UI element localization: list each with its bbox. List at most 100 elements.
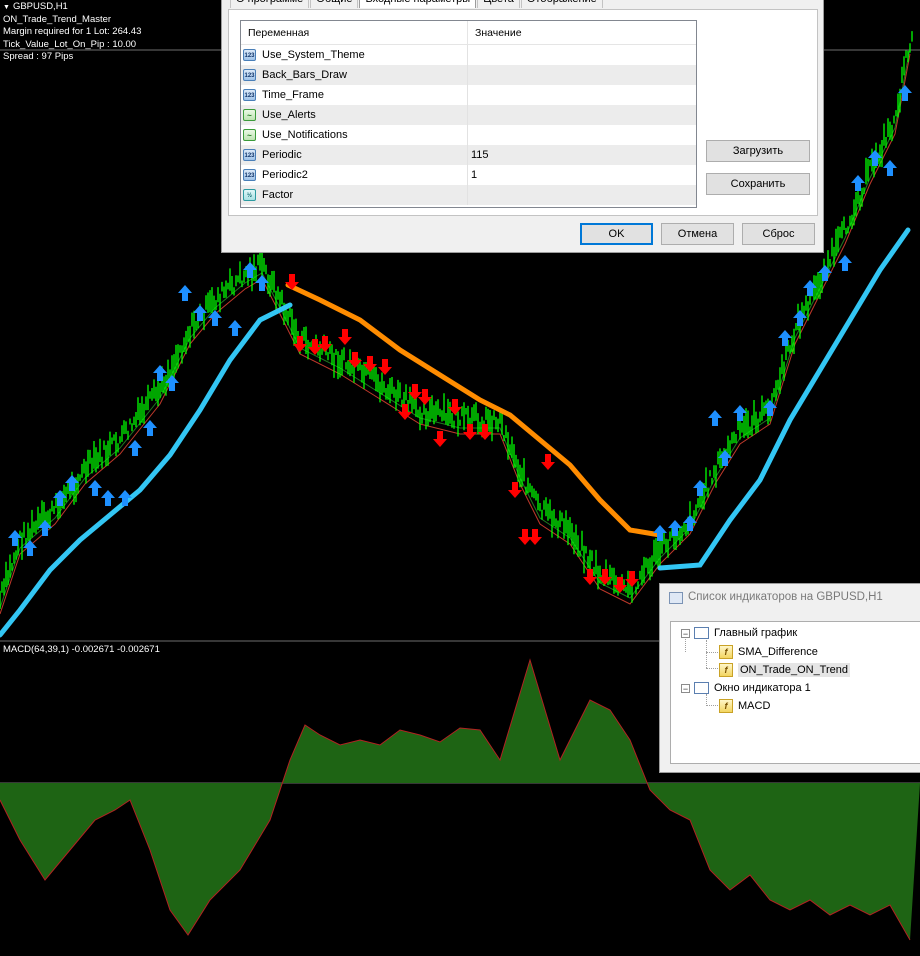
buy-arrow-icon — [733, 405, 747, 421]
tree-item-sma-difference[interactable]: f SMA_Difference — [719, 645, 818, 659]
uptrend-line — [657, 227, 911, 571]
tab-colors[interactable]: Цвета — [477, 0, 520, 8]
sell-arrow-icon — [625, 571, 639, 587]
int-type-icon: 123 — [243, 49, 256, 61]
tree-item-on-trade-on-trend[interactable]: f ON_Trade_ON_Trend — [719, 663, 851, 677]
save-button[interactable]: Сохранить — [706, 173, 810, 195]
tab-about[interactable]: О программе — [230, 0, 310, 8]
sell-arrow-icon — [528, 529, 542, 545]
param-name: Use_System_Theme — [262, 49, 365, 61]
tree-node-subwindow[interactable]: − Окно индикатора 1 — [681, 682, 811, 694]
expert-name: ON_Trade_Trend_Master — [3, 14, 112, 26]
tree-item-macd[interactable]: f MACD — [719, 699, 770, 713]
param-row[interactable]: 123 Periodic 115 — [241, 145, 696, 165]
buy-arrow-icon — [193, 305, 207, 321]
param-row[interactable]: 123 Periodic2 1 — [241, 165, 696, 185]
param-name: Periodic — [262, 149, 302, 161]
reset-button[interactable]: Сброс — [742, 223, 815, 245]
int-type-icon: 123 — [243, 149, 256, 161]
param-name-cell: 123 Use_System_Theme — [241, 45, 468, 65]
sell-arrow-icon — [363, 356, 377, 372]
param-name-cell: 123 Periodic — [241, 145, 468, 165]
param-row[interactable]: 123 Use_System_Theme — [241, 45, 696, 65]
param-name: Time_Frame — [262, 89, 324, 101]
load-button[interactable]: Загрузить — [706, 140, 810, 162]
tree-node-main-chart[interactable]: − Главный график — [681, 627, 797, 639]
param-name: Periodic2 — [262, 169, 308, 181]
margin-text: Margin required for 1 Lot: 264.43 — [3, 26, 142, 38]
buy-arrow-icon — [803, 280, 817, 296]
param-value[interactable] — [468, 105, 471, 125]
indicator-icon: f — [719, 645, 733, 659]
chart-info: ▼ GBPUSD,H1 ON_Trade_Trend_Master Margin … — [3, 1, 141, 63]
param-row[interactable]: 123 Back_Bars_Draw — [241, 65, 696, 85]
buy-arrow-icon — [228, 320, 242, 336]
tab-bar: О программе Общие Входные параметры Цвет… — [230, 0, 604, 9]
triangle-down-icon: ▼ — [3, 4, 10, 11]
tick-value-text: Tick_Value_Lot_On_Pip : 10.00 — [3, 38, 137, 50]
sell-arrow-icon — [338, 329, 352, 345]
column-value[interactable]: Значение — [468, 21, 522, 44]
param-value[interactable]: 1 — [468, 165, 477, 185]
buy-arrow-icon — [851, 175, 865, 191]
uptrend-line — [0, 302, 293, 638]
buy-arrow-icon — [128, 440, 142, 456]
bool-type-icon: ~ — [243, 109, 256, 121]
sell-arrow-icon — [463, 424, 477, 440]
sell-arrow-icon — [583, 569, 597, 585]
buy-arrow-icon — [153, 365, 167, 381]
buy-arrow-icon — [23, 540, 37, 556]
bool-type-icon: ~ — [243, 129, 256, 141]
int-type-icon: 123 — [243, 169, 256, 181]
buy-arrow-icon — [693, 480, 707, 496]
window-icon — [669, 592, 683, 604]
params-rows: 123 Use_System_Theme 123 Back_Bars_Draw 123 T… — [241, 45, 696, 205]
buy-arrow-icon — [883, 160, 897, 176]
buy-arrow-icon — [88, 480, 102, 496]
param-value[interactable] — [468, 65, 471, 85]
param-name: Factor — [262, 189, 294, 201]
param-name: Use_Notifications — [262, 129, 348, 141]
tab-common[interactable]: Общие — [310, 0, 359, 8]
param-name-cell: ~ Use_Alerts — [241, 105, 468, 125]
tab-inputs[interactable]: Входные параметры — [359, 0, 477, 8]
param-name-cell: 123 Periodic2 — [241, 165, 468, 185]
indicator-icon: f — [719, 663, 733, 677]
sell-arrow-icon — [433, 431, 447, 447]
tab-visualization[interactable]: Отображение — [520, 0, 603, 8]
param-value[interactable]: 115 — [468, 145, 489, 165]
ok-button[interactable]: OK — [580, 223, 653, 245]
param-name: Use_Alerts — [262, 109, 316, 121]
buy-arrow-icon — [838, 255, 852, 271]
macd-label: MACD(64,39,1) -0.002671 -0.002671 — [3, 644, 160, 655]
param-name: Back_Bars_Draw — [262, 69, 347, 81]
int-type-icon: 123 — [243, 69, 256, 81]
param-value[interactable] — [468, 85, 471, 105]
sell-arrow-icon — [541, 454, 555, 470]
buy-arrow-icon — [653, 525, 667, 541]
param-value[interactable] — [468, 125, 471, 145]
param-row[interactable]: ~ Use_Notifications — [241, 125, 696, 145]
collapse-icon[interactable]: − — [681, 683, 690, 693]
indicator-properties-dialog: О программе Общие Входные параметры Цвет… — [221, 0, 824, 253]
buy-arrow-icon — [208, 310, 222, 326]
collapse-icon[interactable]: − — [681, 628, 690, 638]
buy-arrow-icon — [165, 375, 179, 391]
param-name-cell: 123 Back_Bars_Draw — [241, 65, 468, 85]
param-value[interactable] — [468, 45, 471, 65]
int-type-icon: 123 — [243, 89, 256, 101]
params-grid: Переменная Значение 123 Use_System_Theme 1… — [240, 20, 697, 208]
buy-arrow-icon — [708, 410, 722, 426]
param-name-cell: ~ Use_Notifications — [241, 125, 468, 145]
param-row[interactable]: ~ Use_Alerts — [241, 105, 696, 125]
chart-window-icon — [694, 682, 709, 694]
buy-arrow-icon — [178, 285, 192, 301]
param-row[interactable]: ½ Factor — [241, 185, 696, 205]
param-row[interactable]: 123 Time_Frame — [241, 85, 696, 105]
indicators-window-title: Список индикаторов на GBPUSD,H1 — [688, 591, 883, 603]
inputs-panel: Переменная Значение 123 Use_System_Theme 1… — [228, 9, 818, 216]
column-variable[interactable]: Переменная — [241, 21, 468, 44]
double-type-icon: ½ — [243, 189, 256, 201]
cancel-button[interactable]: Отмена — [661, 223, 734, 245]
param-value[interactable] — [468, 185, 471, 205]
